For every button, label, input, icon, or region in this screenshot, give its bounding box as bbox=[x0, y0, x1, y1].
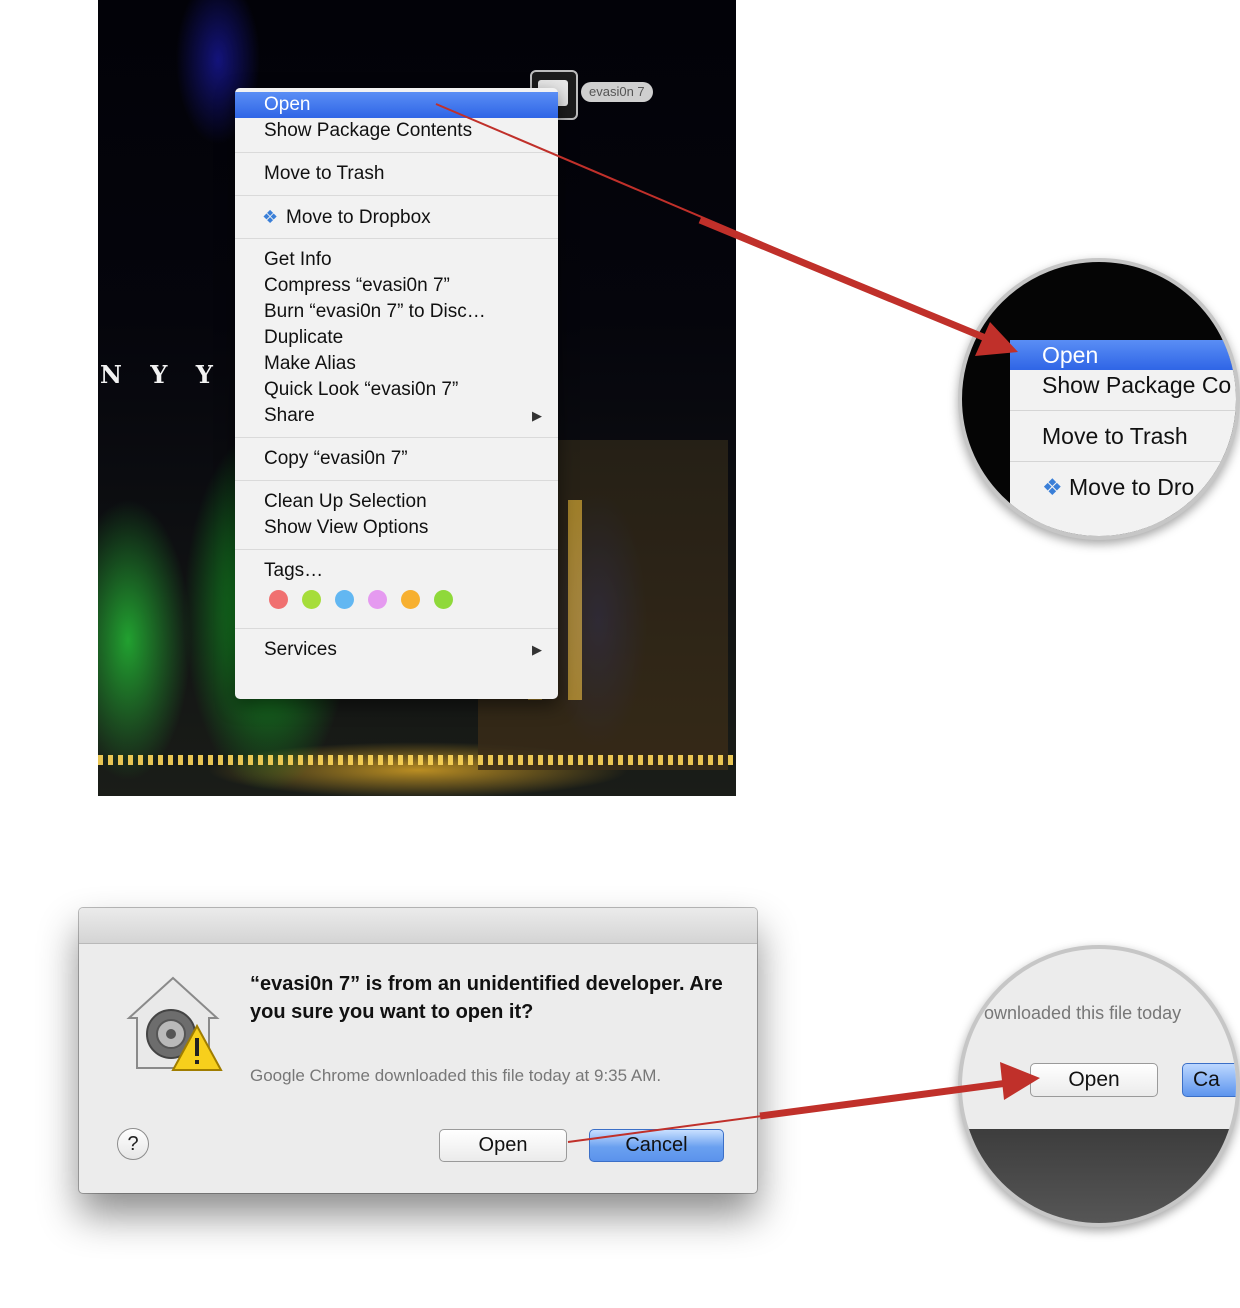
menu-separator bbox=[235, 238, 558, 239]
menu-separator bbox=[235, 628, 558, 629]
tag-color-2[interactable] bbox=[302, 589, 321, 609]
menu-item-show-view-options[interactable]: Show View Options bbox=[235, 515, 558, 541]
menu-item-copy[interactable]: Copy “evasi0n 7” bbox=[235, 446, 558, 472]
menu-separator bbox=[235, 195, 558, 196]
tag-color-5[interactable] bbox=[401, 589, 420, 609]
tag-color-4[interactable] bbox=[368, 589, 387, 609]
tag-color-1[interactable] bbox=[269, 589, 288, 609]
menu-separator bbox=[235, 437, 558, 438]
dropbox-icon: ❖ bbox=[262, 207, 279, 227]
menu-item-tags[interactable]: Tags… bbox=[235, 558, 558, 584]
cancel-button[interactable]: Cancel bbox=[589, 1129, 724, 1162]
zoom-circle-dialog-buttons: ownloaded this file today Open Ca bbox=[958, 945, 1240, 1227]
zoomed-separator bbox=[1010, 461, 1236, 462]
menu-item-duplicate[interactable]: Duplicate bbox=[235, 325, 558, 351]
tag-colors-row bbox=[235, 584, 558, 614]
file-name-label[interactable]: evasi0n 7 bbox=[581, 82, 653, 102]
menu-item-clean-up-selection[interactable]: Clean Up Selection bbox=[235, 489, 558, 515]
menu-item-label: Share bbox=[264, 405, 315, 426]
menu-item-move-to-trash[interactable]: Move to Trash bbox=[235, 161, 558, 187]
arrow-to-menu-zoom-shaft bbox=[698, 216, 1002, 348]
menu-item-services[interactable]: Services ▶ bbox=[235, 637, 558, 663]
open-button[interactable]: Open bbox=[439, 1129, 567, 1162]
menu-item-quick-look[interactable]: Quick Look “evasi0n 7” bbox=[235, 377, 558, 403]
zoom-circle-context-menu: Open Show Package Co Move to Trash ❖ Mov… bbox=[958, 258, 1240, 540]
dropbox-icon: ❖ bbox=[1042, 474, 1070, 500]
menu-item-get-info[interactable]: Get Info bbox=[235, 247, 558, 273]
menu-item-show-package-contents[interactable]: Show Package Contents bbox=[235, 118, 558, 144]
menu-item-share[interactable]: Share ▶ bbox=[235, 403, 558, 429]
zoomed-separator bbox=[1010, 410, 1236, 411]
menu-item-label: Services bbox=[264, 639, 337, 660]
zoomed-download-text: ownloaded this file today bbox=[984, 1003, 1182, 1023]
menu-item-open[interactable]: Open bbox=[235, 92, 558, 118]
submenu-arrow-icon: ▶ bbox=[532, 408, 542, 423]
submenu-arrow-icon: ▶ bbox=[532, 642, 542, 657]
zoomed-item-show-package: Show Package Co bbox=[1042, 372, 1232, 398]
zoomed-cancel-button: Ca bbox=[1182, 1063, 1236, 1097]
zoomed-dark-area bbox=[962, 1129, 1236, 1223]
dialog-titlebar bbox=[79, 908, 757, 944]
menu-item-burn-to-disc[interactable]: Burn “evasi0n 7” to Disc… bbox=[235, 299, 558, 325]
menu-separator bbox=[235, 480, 558, 481]
tag-color-6[interactable] bbox=[434, 589, 453, 609]
zoomed-item-label: Move to Dro bbox=[1069, 474, 1195, 500]
zoomed-item-open: Open bbox=[1010, 340, 1236, 370]
menu-item-compress[interactable]: Compress “evasi0n 7” bbox=[235, 273, 558, 299]
menu-item-move-to-dropbox[interactable]: ❖ Move to Dropbox bbox=[235, 204, 558, 230]
dialog-subtext: Google Chrome downloaded this file today… bbox=[250, 1066, 662, 1085]
zoomed-open-button: Open bbox=[1030, 1063, 1158, 1097]
help-button[interactable]: ? bbox=[117, 1128, 149, 1160]
context-menu: Open Show Package Contents Move to Trash… bbox=[235, 88, 558, 699]
zoomed-item-move-to-trash: Move to Trash bbox=[1042, 423, 1188, 449]
menu-item-make-alias[interactable]: Make Alias bbox=[235, 351, 558, 377]
zoomed-item-move-to-dropbox: ❖ Move to Dro bbox=[1010, 472, 1236, 502]
security-warning-icon bbox=[126, 976, 223, 1071]
string-lights bbox=[98, 755, 736, 765]
dialog-heading: “evasi0n 7” is from an unidentified deve… bbox=[250, 973, 723, 1023]
menu-separator bbox=[235, 549, 558, 550]
menu-separator bbox=[235, 152, 558, 153]
menu-item-label: Move to Dropbox bbox=[286, 207, 431, 228]
tag-color-3[interactable] bbox=[335, 589, 354, 609]
zoomed-menu: Open Show Package Co Move to Trash ❖ Mov… bbox=[1010, 340, 1236, 536]
unidentified-developer-dialog: “evasi0n 7” is from an unidentified deve… bbox=[79, 908, 757, 1193]
